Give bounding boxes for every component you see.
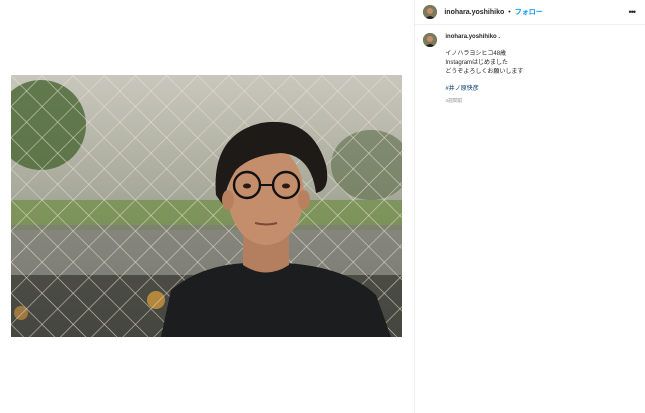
follow-button[interactable]: フォロー: [515, 7, 543, 17]
portrait-illustration: [11, 75, 402, 337]
caption-hashtag[interactable]: #井ノ原快彦: [445, 85, 523, 94]
post-header: inohara.yoshihiko • フォロー •••: [415, 0, 645, 25]
avatar[interactable]: [423, 5, 438, 19]
post-photo[interactable]: [11, 75, 402, 337]
caption-text: イノハラヨシヒコ48歳 Instagramはじめました どうぞよろしくお願いしま…: [445, 51, 524, 75]
more-options-icon[interactable]: •••: [627, 7, 637, 17]
media-pane: [0, 0, 415, 413]
caption-body: inohara.yoshihiko . イノハラヨシヒコ48歳 Instagra…: [445, 33, 523, 104]
avatar-image-icon: [423, 33, 438, 47]
separator-dot: •: [508, 8, 511, 16]
header-username[interactable]: inohara.yoshihiko: [444, 9, 504, 16]
caption-avatar[interactable]: [423, 33, 438, 47]
caption-username[interactable]: inohara.yoshihiko .: [445, 33, 523, 42]
instagram-post: inohara.yoshihiko • フォロー ••• inohara.yos…: [0, 0, 645, 413]
post-timestamp: 4週間前: [445, 99, 463, 104]
post-sidebar: inohara.yoshihiko • フォロー ••• inohara.yos…: [414, 0, 645, 413]
caption: inohara.yoshihiko . イノハラヨシヒコ48歳 Instagra…: [415, 25, 645, 104]
avatar-image-icon: [423, 5, 438, 19]
